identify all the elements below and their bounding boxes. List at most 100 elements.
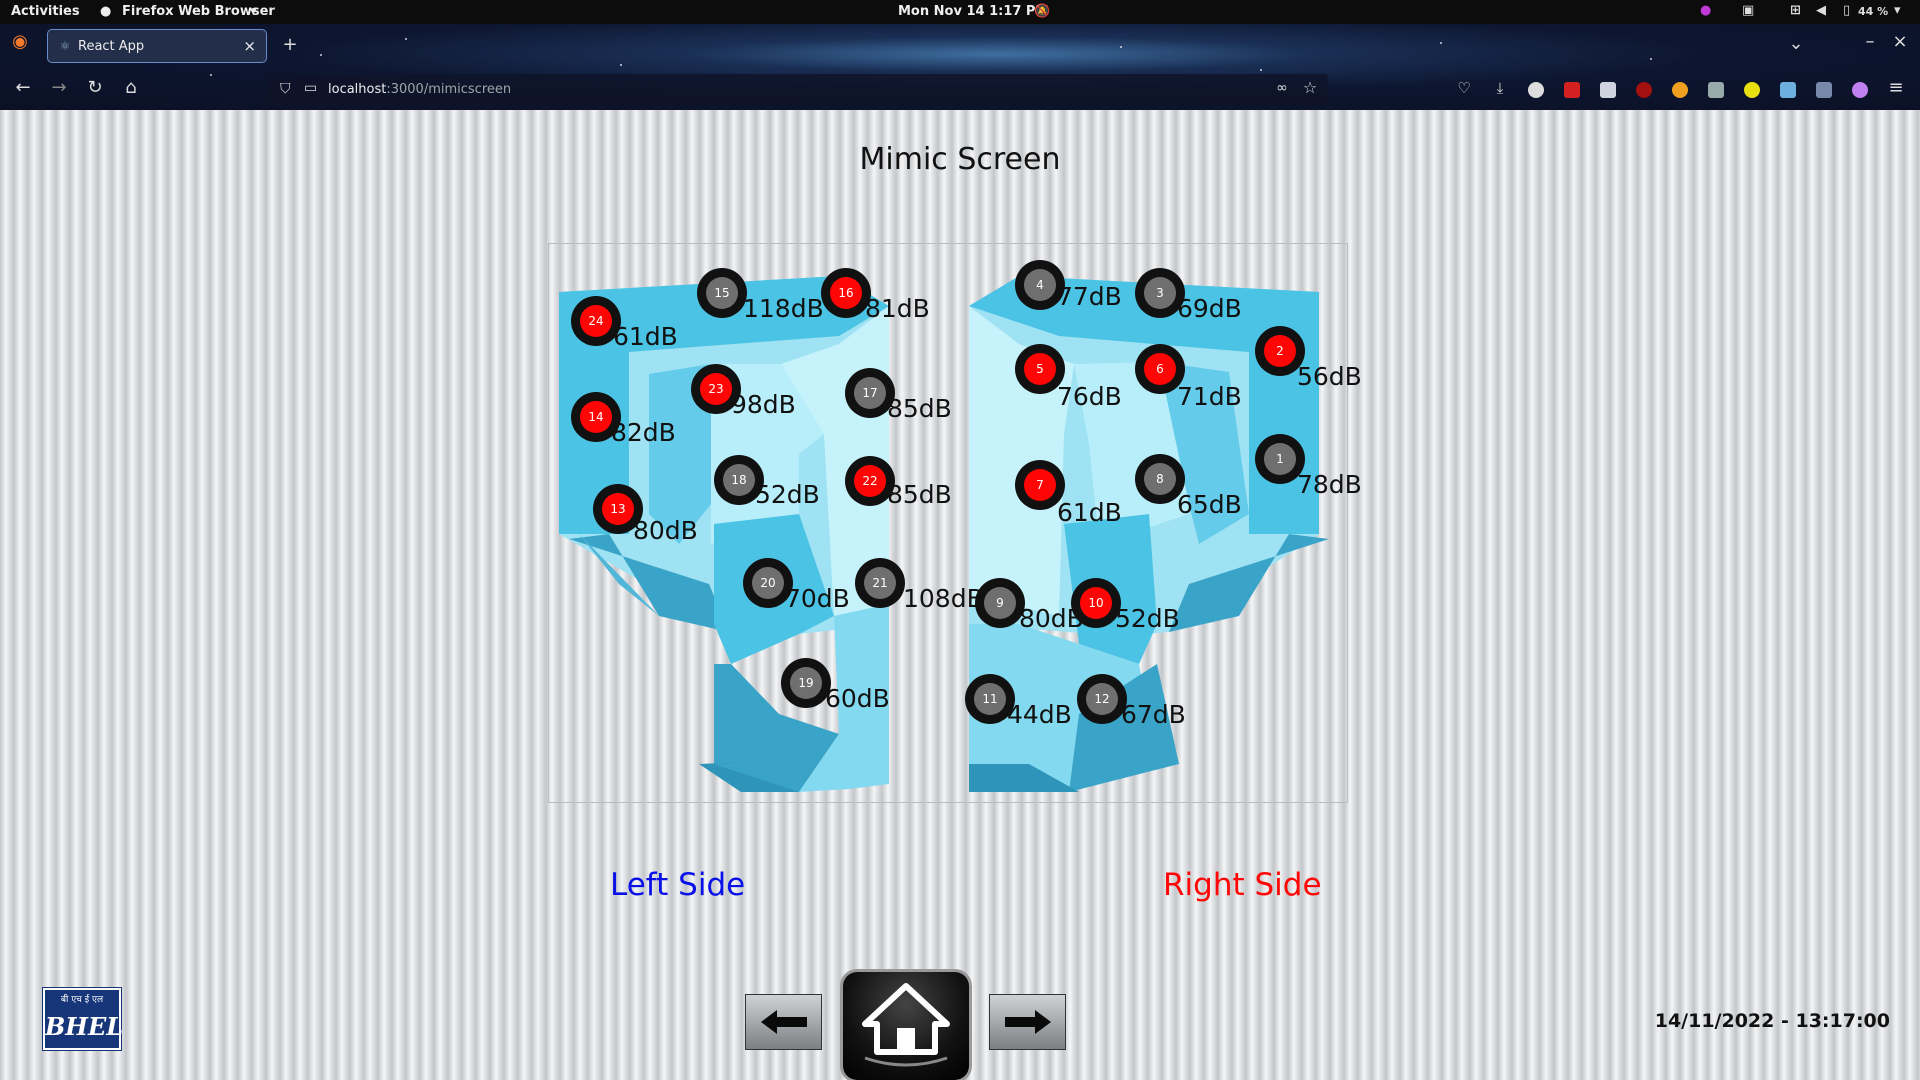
- tab-react-app[interactable]: ⚛ React App ×: [47, 29, 267, 63]
- sensor-reading: 67dB: [1121, 700, 1186, 729]
- logo-hindi-text: बी एच ई एल: [60, 995, 104, 1005]
- extension-icon[interactable]: [1780, 82, 1796, 98]
- sensor-id: 17: [854, 377, 886, 409]
- sensor-10[interactable]: 10: [1071, 578, 1121, 628]
- extension-icon[interactable]: [1600, 82, 1616, 98]
- logo-text: BHEL: [45, 1012, 124, 1041]
- bhel-logo: बी एच ई एल BHEL: [42, 987, 124, 1051]
- notifications-muted-icon: 🔕: [1034, 4, 1051, 19]
- hamburger-menu-icon[interactable]: ≡: [1884, 78, 1908, 102]
- sensor-id: 2: [1264, 335, 1296, 367]
- sensor-id: 24: [580, 305, 612, 337]
- url-host: localhost: [328, 82, 387, 97]
- shield-icon[interactable]: ⛉: [280, 81, 291, 97]
- sensor-reading: 69dB: [1177, 294, 1242, 323]
- extension-icon[interactable]: [1816, 82, 1832, 98]
- page-icon[interactable]: ▭: [304, 80, 317, 96]
- sensor-id: 13: [602, 493, 634, 525]
- home-button[interactable]: [843, 972, 969, 1080]
- sensor-id: 22: [854, 465, 886, 497]
- pocket-icon[interactable]: ♡: [1452, 78, 1476, 102]
- tray-app-icon[interactable]: ●: [1700, 3, 1711, 18]
- sensor-id: 12: [1086, 683, 1118, 715]
- extension-icon[interactable]: [1744, 82, 1760, 98]
- forward-icon[interactable]: →: [47, 78, 71, 102]
- ublock-icon[interactable]: [1636, 82, 1652, 98]
- sensor-reading: 77dB: [1057, 282, 1122, 311]
- extension-icon[interactable]: [1852, 82, 1868, 98]
- sensor-reading: 52dB: [755, 480, 820, 509]
- sensor-9[interactable]: 9: [975, 578, 1025, 628]
- sensor-id: 14: [580, 401, 612, 433]
- sensor-reading: 44dB: [1007, 700, 1072, 729]
- previous-button[interactable]: [745, 994, 822, 1050]
- sensor-16[interactable]: 16: [821, 268, 871, 318]
- sensor-19[interactable]: 19: [781, 658, 831, 708]
- home-icon[interactable]: ⌂: [119, 78, 143, 102]
- reload-icon[interactable]: ↻: [83, 78, 107, 102]
- sensor-reading: 85dB: [887, 480, 952, 509]
- sensor-id: 6: [1144, 353, 1176, 385]
- sensor-reading: 61dB: [613, 322, 678, 351]
- sensor-reading: 65dB: [1177, 490, 1242, 519]
- mimic-page: Mimic Screen 24 61dB 15 118dB 16 81dB 23…: [0, 110, 1920, 1080]
- sensor-12[interactable]: 12: [1077, 674, 1127, 724]
- sensor-id: 19: [790, 667, 822, 699]
- screen-icon[interactable]: ▣: [1742, 3, 1754, 18]
- firefox-icon: ●: [100, 4, 112, 19]
- sensor-id: 7: [1024, 469, 1056, 501]
- browser-chrome: ◉ ⚛ React App × + ⌄ – × ← → ↻ ⌂ ⛉ ▭ loca…: [0, 24, 1920, 110]
- url-bar[interactable]: ⛉ ▭ localhost:3000/mimicscreen ∞ ☆: [268, 74, 1328, 106]
- left-side-label: Left Side: [610, 867, 746, 903]
- sensor-reading: 81dB: [865, 294, 930, 323]
- sensor-reading: 85dB: [887, 394, 952, 423]
- next-button[interactable]: [989, 994, 1066, 1050]
- close-icon[interactable]: ×: [243, 37, 256, 55]
- sensor-reading: 76dB: [1057, 382, 1122, 411]
- sensor-reading: 108dB: [903, 584, 984, 613]
- sensor-id: 18: [723, 464, 755, 496]
- sensor-15[interactable]: 15: [697, 268, 747, 318]
- sensor-id: 3: [1144, 277, 1176, 309]
- react-icon: ⚛: [59, 39, 71, 53]
- sensor-reading: 82dB: [611, 418, 676, 447]
- clock[interactable]: Mon Nov 14 1:17 PM: [898, 4, 1048, 19]
- reader-glasses-icon[interactable]: ∞: [1270, 78, 1294, 102]
- arrow-right-icon: [1004, 1010, 1051, 1034]
- tab-list-chevron-icon[interactable]: ⌄: [1784, 34, 1808, 58]
- volume-icon[interactable]: ◀: [1816, 3, 1826, 18]
- extension-icon[interactable]: [1672, 82, 1688, 98]
- sensor-reading: 71dB: [1177, 382, 1242, 411]
- firefox-menu-icon[interactable]: ◉: [8, 32, 32, 56]
- datetime-display: 14/11/2022 - 13:17:00: [1654, 1010, 1890, 1032]
- sensor-reading: 56dB: [1297, 362, 1362, 391]
- sensor-id: 23: [700, 373, 732, 405]
- new-tab-icon[interactable]: +: [278, 35, 302, 59]
- extension-icon[interactable]: [1564, 82, 1580, 98]
- back-icon[interactable]: ←: [11, 78, 35, 102]
- extension-icon[interactable]: [1528, 82, 1544, 98]
- extension-icon[interactable]: [1708, 82, 1724, 98]
- minimize-icon[interactable]: –: [1858, 32, 1882, 56]
- sensor-id: 9: [984, 587, 1016, 619]
- sensor-reading: 98dB: [731, 390, 796, 419]
- url-text[interactable]: localhost:3000/mimicscreen: [328, 82, 511, 97]
- bookmark-star-icon[interactable]: ☆: [1298, 78, 1322, 102]
- sensor-id: 11: [974, 683, 1006, 715]
- battery-percent: 44 %: [1858, 5, 1889, 18]
- sensor-id: 5: [1024, 353, 1056, 385]
- sensor-id: 16: [830, 277, 862, 309]
- sensor-21[interactable]: 21: [855, 558, 905, 608]
- url-path: :3000/mimicscreen: [386, 82, 512, 97]
- sensor-id: 15: [706, 277, 738, 309]
- home-icon: [862, 983, 950, 1067]
- activities-button[interactable]: Activities: [11, 4, 80, 19]
- chevron-down-icon[interactable]: ▾: [1894, 3, 1901, 18]
- mimic-diagram: 24 61dB 15 118dB 16 81dB 23 98dB 17 85dB…: [548, 243, 1362, 803]
- network-icon[interactable]: ⊞: [1790, 3, 1801, 18]
- page-title: Mimic Screen: [859, 142, 1061, 177]
- close-window-icon[interactable]: ×: [1888, 32, 1912, 56]
- sensor-reading: 60dB: [825, 684, 890, 713]
- battery-icon[interactable]: ▯: [1843, 3, 1850, 18]
- downloads-icon[interactable]: ⤓: [1488, 78, 1512, 102]
